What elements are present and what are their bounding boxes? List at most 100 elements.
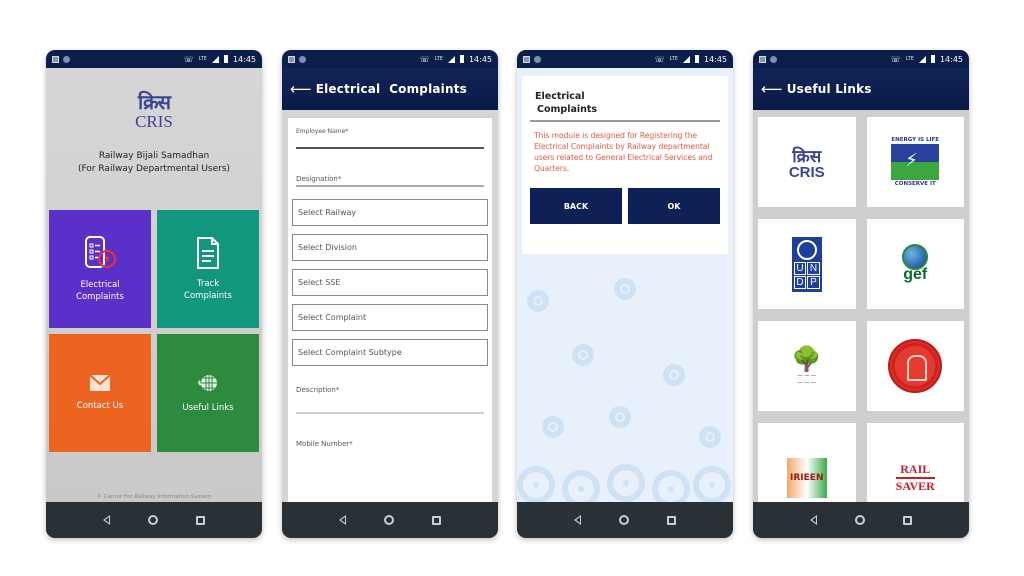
undp-letter: P — [807, 275, 820, 289]
tree-logo-caption: — — — — — — — [797, 373, 816, 386]
nav-home-icon[interactable] — [384, 515, 394, 525]
irieen-logo: IRIEEN — [786, 458, 827, 498]
wifi-call-icon: ☏ — [419, 54, 430, 64]
indian-railways-logo — [888, 339, 943, 393]
mail-icon — [89, 374, 111, 391]
dialog-title-line2: Complaints — [537, 104, 598, 115]
dialog-divider — [530, 120, 720, 122]
clock: 14:45 — [703, 54, 727, 64]
decorative-ring — [663, 364, 685, 386]
nav-back-icon[interactable] — [810, 515, 817, 525]
tile-label: Complaints — [76, 292, 124, 302]
nav-home-icon[interactable] — [148, 515, 158, 525]
designation-label: Designation* — [296, 175, 342, 183]
link-gef[interactable]: gef — [866, 219, 964, 309]
back-arrow-icon[interactable]: ⟵ — [290, 80, 312, 98]
decorative-ring — [607, 464, 645, 502]
tree-logo: 🌳 — — — — — — — [792, 345, 822, 387]
track-complaints-tile[interactable]: Track Complaints — [157, 210, 259, 328]
cris-logo: क्रिस CRIS — [789, 144, 825, 181]
nav-back-icon[interactable] — [339, 515, 346, 525]
status-bar: ☏ LTE 14:45 — [753, 50, 969, 68]
wifi-call-icon: ☏ — [654, 54, 665, 64]
lte-label: LTE — [434, 56, 443, 62]
energy-logo-bottom-text: CONSERVE IT — [894, 181, 936, 187]
notification-dot-icon — [770, 55, 777, 63]
cris-logo-text: CRIS — [135, 112, 173, 131]
select-railway[interactable]: Select Railway — [292, 199, 488, 226]
globe-icon — [198, 375, 217, 391]
link-cris[interactable]: क्रिस CRIS — [758, 117, 856, 207]
signal-icon — [918, 55, 926, 63]
android-nav-bar — [46, 502, 262, 538]
select-complaint-subtype[interactable]: Select Complaint Subtype — [292, 339, 488, 366]
link-undp[interactable]: U N D P — [758, 219, 856, 309]
nav-recent-apps-icon[interactable] — [667, 515, 676, 525]
nav-recent-apps-icon[interactable] — [432, 515, 441, 525]
nav-home-icon[interactable] — [855, 515, 865, 525]
select-division[interactable]: Select Division — [292, 234, 488, 261]
decorative-ring — [527, 290, 549, 312]
battery-icon — [930, 55, 935, 63]
decorative-ring — [517, 466, 555, 502]
links-grid: क्रिस CRIS ENERGY IS LIFE CONSERVE IT U … — [758, 117, 964, 502]
tree-icon: 🌳 — [791, 345, 822, 373]
cris-logo-text: CRIS — [788, 163, 825, 181]
android-nav-bar — [282, 502, 498, 538]
useful-links-tile[interactable]: Useful Links — [157, 334, 259, 452]
links-content: क्रिस CRIS ENERGY IS LIFE CONSERVE IT U … — [753, 110, 969, 502]
description-input[interactable] — [296, 394, 484, 414]
decorative-ring — [572, 344, 594, 366]
decorative-ring — [693, 466, 731, 502]
lte-label: LTE — [669, 56, 678, 62]
back-arrow-icon[interactable]: ⟵ — [761, 80, 783, 98]
home-content: क्रिस CRIS Railway Bijali Samadhan (For … — [46, 68, 262, 502]
undp-letter: N — [807, 261, 820, 275]
nav-back-icon[interactable] — [574, 515, 581, 525]
link-irieen[interactable]: IRIEEN — [758, 423, 856, 502]
link-energy-conservation[interactable]: ENERGY IS LIFE CONSERVE IT — [866, 117, 964, 207]
un-emblem-icon — [796, 239, 817, 260]
nav-recent-apps-icon[interactable] — [196, 515, 205, 525]
select-complaint[interactable]: Select Complaint — [292, 304, 488, 331]
tile-label: Useful Links — [182, 403, 234, 413]
gef-logo: gef — [902, 244, 929, 284]
back-button[interactable]: BACK — [530, 188, 622, 224]
cris-logo-hindi: क्रिस — [137, 90, 171, 114]
app-title-line1: Railway Bijali Samadhan — [98, 151, 210, 161]
link-green-tree[interactable]: 🌳 — — — — — — — [758, 321, 856, 411]
contact-us-tile[interactable]: Contact Us — [49, 334, 151, 452]
decorative-ring — [609, 406, 631, 428]
undp-logo: U N D P — [791, 236, 822, 292]
energy-is-life-logo: ENERGY IS LIFE CONSERVE IT — [891, 137, 940, 187]
link-indian-railways[interactable] — [866, 321, 964, 411]
nav-home-icon[interactable] — [619, 515, 629, 525]
image-notification-icon — [759, 55, 766, 63]
phone-useful-links: ☏ LTE 14:45 ⟵ Useful Links क्रिस CRIS EN… — [753, 50, 969, 538]
status-bar: ☏ LTE 14:45 — [46, 50, 262, 68]
gef-logo-text: gef — [903, 266, 928, 283]
lte-label: LTE — [198, 56, 207, 62]
select-sse[interactable]: Select SSE — [292, 269, 488, 296]
nav-recent-apps-icon[interactable] — [903, 515, 912, 525]
image-notification-icon — [288, 55, 295, 63]
notification-dot-icon — [299, 55, 306, 63]
nav-back-icon[interactable] — [103, 515, 110, 525]
wifi-call-icon: ☏ — [183, 54, 194, 64]
tile-label: Complaints — [184, 291, 232, 301]
dialog-message: This module is designed for Registering … — [534, 131, 713, 173]
ok-button[interactable]: OK — [628, 188, 720, 224]
tile-label: Track — [196, 279, 220, 289]
employee-name-label: Employee Name* — [296, 128, 349, 135]
phone-home-screen: ☏ LTE 14:45 क्रिस CRIS Railway Bijali Sa… — [46, 50, 262, 538]
copyright-footer: © Center For Railway Information System — [96, 494, 212, 500]
battery-icon — [223, 55, 228, 63]
signal-icon — [447, 55, 455, 63]
dialog-title-line1: Electrical — [535, 91, 585, 102]
electrical-complaints-tile[interactable]: Electrical Complaints — [49, 210, 151, 328]
employee-name-input[interactable] — [296, 135, 484, 149]
designation-input[interactable] — [296, 183, 484, 187]
app-bar: ⟵ Electrical Complaints — [282, 68, 498, 110]
page-title: Useful Links — [786, 82, 872, 96]
link-rail-saver[interactable]: RAIL SAVER — [866, 423, 964, 502]
